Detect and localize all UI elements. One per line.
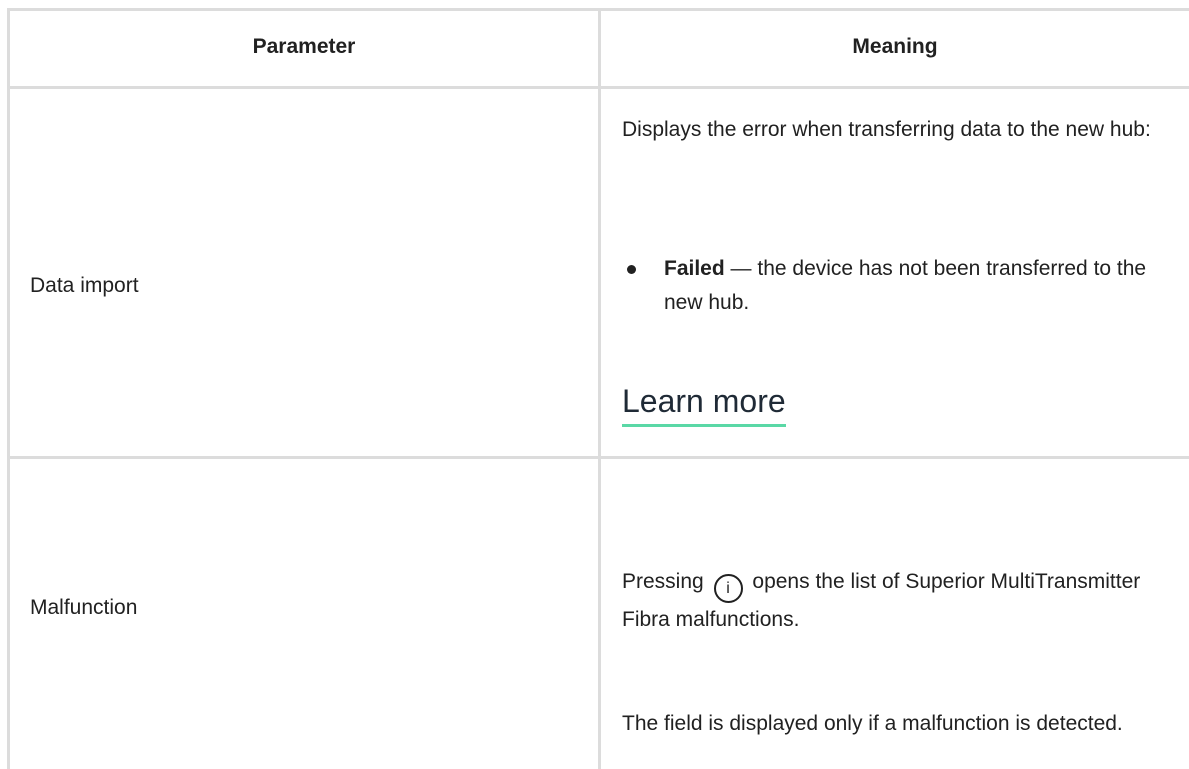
bullet-text: Failed — the device has not been transfe… [664,252,1174,320]
meaning-data-import-text: Displays the error when transferring dat… [622,118,1151,141]
meaning-prefix: Pressing [622,570,704,593]
bullet-icon [627,265,636,274]
parameter-data-import: Data import [30,274,139,297]
parameter-malfunction: Malfunction [30,596,138,619]
table-border-left [7,8,10,769]
info-circle-icon: i [713,574,743,603]
bullet-term: Failed [664,257,725,280]
meaning-malfunction-note: The field is displayed only if a malfunc… [622,712,1123,735]
meaning-malfunction-text: Pressing i opens the list of Superior Mu… [622,565,1182,637]
column-header-meaning: Meaning [852,35,938,58]
bullet-dash: — [724,257,758,280]
parameters-table: Parameter Meaning Data import Displays t… [0,0,1189,769]
learn-more-link[interactable]: Learn more [622,381,786,427]
column-divider [598,8,601,769]
column-header-parameter: Parameter [252,35,356,58]
